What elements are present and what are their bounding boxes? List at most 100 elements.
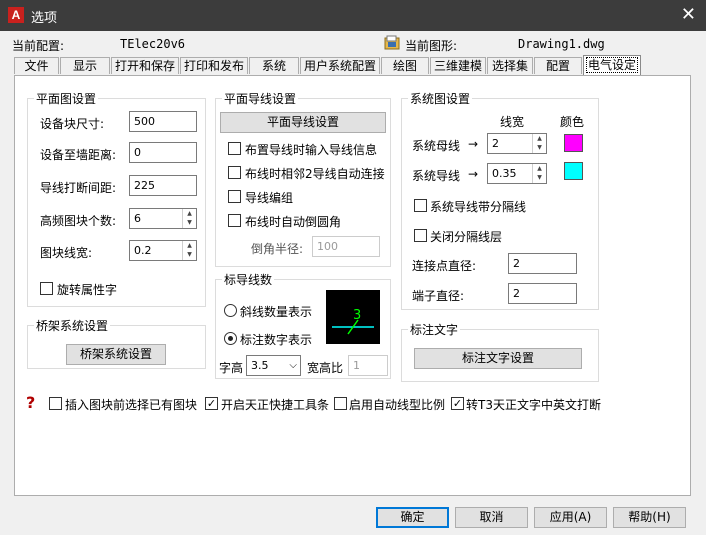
- terminal-diameter-label: 端子直径:: [412, 289, 465, 303]
- plan-settings-title: 平面图设置: [34, 90, 99, 107]
- close-icon[interactable]: ✕: [681, 4, 696, 26]
- wall-distance-label: 设备至墙距离:: [40, 148, 117, 162]
- wire-group-label: 导线编组: [245, 191, 294, 205]
- tab-electrical-settings[interactable]: 电气设定: [583, 55, 641, 75]
- t3-text-break-checkbox[interactable]: ✓: [451, 397, 464, 410]
- close-separator-layer-label: 关闭分隔线层: [430, 230, 503, 244]
- block-linewidth-stepper[interactable]: 0.2 ▲ ▼: [129, 240, 197, 261]
- t3-text-break-label: 转T3天正文字中英文打断: [466, 398, 601, 412]
- tab-drafting[interactable]: 绘图: [381, 57, 429, 74]
- separator-line-checkbox[interactable]: [414, 199, 427, 212]
- bus-width-stepper[interactable]: 2 ▲ ▼: [487, 133, 547, 154]
- current-config-label: 当前配置:: [12, 39, 65, 53]
- hf-blocks-stepper[interactable]: 6 ▲ ▼: [129, 208, 197, 229]
- wire-width-value: 0.35: [492, 167, 517, 180]
- chevron-down-icon[interactable]: ⌵: [289, 356, 297, 375]
- font-height-value: 3.5: [251, 359, 269, 372]
- tab-3d-modeling[interactable]: 三维建模: [430, 57, 486, 74]
- fillet-radius-input[interactable]: 100: [312, 236, 380, 257]
- wire-break-input[interactable]: 225: [129, 175, 197, 196]
- auto-connect-checkbox[interactable]: [228, 166, 241, 179]
- ok-button[interactable]: 确定: [376, 507, 449, 528]
- annotation-text-settings-button[interactable]: 标注文字设置: [414, 348, 582, 369]
- wire-width-stepper[interactable]: 0.35 ▲ ▼: [487, 163, 547, 184]
- block-size-input[interactable]: 500: [129, 111, 197, 132]
- plan-wire-settings-button[interactable]: 平面导线设置: [220, 112, 386, 133]
- wire-color-swatch[interactable]: [564, 162, 583, 180]
- spin-up-icon[interactable]: ▲: [533, 164, 546, 173]
- wire-group-checkbox[interactable]: [228, 190, 241, 203]
- bridge-settings-title: 桥架系统设置: [34, 317, 111, 334]
- input-wire-info-checkbox[interactable]: [228, 142, 241, 155]
- plan-wire-group: 平面导线设置 平面导线设置 布置导线时输入导线信息 布线时相邻2导线自动连接 导…: [215, 90, 391, 267]
- spin-up-icon[interactable]: ▲: [183, 209, 196, 218]
- cancel-button[interactable]: 取消: [455, 507, 528, 528]
- spin-down-icon[interactable]: ▼: [183, 250, 196, 259]
- auto-fillet-label: 布线时自动倒圆角: [245, 215, 342, 229]
- spin-down-icon[interactable]: ▼: [533, 143, 546, 152]
- tab-open-save[interactable]: 打开和保存: [111, 57, 179, 74]
- spin-down-icon[interactable]: ▼: [183, 218, 196, 227]
- terminal-diameter-input[interactable]: 2: [508, 283, 577, 304]
- tab-profiles[interactable]: 配置: [534, 57, 582, 74]
- linewidth-column-label: 线宽: [500, 115, 525, 129]
- annotation-text-group: 标注文字 标注文字设置: [401, 321, 599, 382]
- help-question-icon[interactable]: ?: [26, 393, 35, 412]
- font-height-select[interactable]: 3.5 ⌵: [246, 355, 301, 376]
- bridge-settings-group: 桥架系统设置 桥架系统设置: [27, 317, 206, 369]
- separator-line-label: 系统导线带分隔线: [430, 200, 527, 214]
- joint-diameter-input[interactable]: 2: [508, 253, 577, 274]
- auto-fillet-checkbox[interactable]: [228, 214, 241, 227]
- spin-up-icon[interactable]: ▲: [183, 241, 196, 250]
- bridge-settings-button[interactable]: 桥架系统设置: [66, 344, 166, 365]
- hf-blocks-value: 6: [134, 212, 141, 225]
- tab-files[interactable]: 文件: [14, 57, 59, 74]
- quick-toolbar-checkbox[interactable]: ✓: [205, 397, 218, 410]
- close-separator-layer-checkbox[interactable]: [414, 229, 427, 242]
- slash-count-radio[interactable]: [224, 304, 237, 317]
- fillet-radius-label: 倒角半径:: [251, 242, 304, 256]
- spin-down-icon[interactable]: ▼: [533, 173, 546, 182]
- wire-count-title: 标导线数: [222, 271, 275, 288]
- system-settings-group: 系统图设置 线宽 颜色 系统母线 → 2 ▲ ▼ 系统导线 → 0.35 ▲ ▼ 系…: [401, 90, 599, 310]
- wall-distance-input[interactable]: 0: [129, 142, 197, 163]
- window-title: 选项: [31, 11, 58, 26]
- plan-wire-title: 平面导线设置: [222, 90, 299, 107]
- block-linewidth-value: 0.2: [134, 244, 152, 257]
- current-drawing-value: Drawing1.dwg: [518, 37, 605, 51]
- tab-selection[interactable]: 选择集: [487, 57, 533, 74]
- tab-plot-publish[interactable]: 打印和发布: [180, 57, 248, 74]
- bus-width-spin[interactable]: ▲ ▼: [532, 134, 546, 153]
- spin-up-icon[interactable]: ▲: [533, 134, 546, 143]
- tab-user-prefs[interactable]: 用户系统配置: [300, 57, 380, 74]
- autocad-app-icon: A: [8, 7, 24, 23]
- rotate-attr-checkbox[interactable]: [40, 282, 53, 295]
- rotate-attr-label: 旋转属性字: [57, 283, 118, 297]
- ratio-input[interactable]: 1: [348, 355, 388, 376]
- tab-display[interactable]: 显示: [60, 57, 110, 74]
- current-config-value: TElec20v6: [120, 37, 186, 51]
- bus-color-swatch[interactable]: [564, 134, 583, 152]
- select-existing-block-checkbox[interactable]: [49, 397, 62, 410]
- system-settings-title: 系统图设置: [408, 90, 473, 107]
- annotation-text-title: 标注文字: [408, 321, 461, 338]
- number-label-label: 标注数字表示: [240, 333, 313, 347]
- apply-button[interactable]: 应用(A): [534, 507, 607, 528]
- color-column-label: 颜色: [560, 115, 585, 129]
- wire-width-spin[interactable]: ▲ ▼: [532, 164, 546, 183]
- wire-count-group: 标导线数 斜线数量表示 标注数字表示 3 字高 3.5 ⌵ 宽高比 1: [215, 271, 391, 379]
- drawing-file-icon: [384, 35, 400, 50]
- auto-linetype-scale-label: 启用自动线型比例: [349, 398, 446, 412]
- wire-break-label: 导线打断间距:: [40, 181, 117, 195]
- hf-blocks-spin[interactable]: ▲ ▼: [182, 209, 196, 228]
- auto-linetype-scale-checkbox[interactable]: [334, 397, 347, 410]
- joint-diameter-label: 连接点直径:: [412, 259, 477, 273]
- hf-blocks-label: 高频图块个数:: [40, 214, 117, 228]
- preview-number: 3: [353, 308, 361, 323]
- block-linewidth-spin[interactable]: ▲ ▼: [182, 241, 196, 260]
- auto-connect-label: 布线时相邻2导线自动连接: [245, 167, 385, 181]
- number-label-radio[interactable]: [224, 332, 237, 345]
- tab-system[interactable]: 系统: [249, 57, 299, 74]
- help-button[interactable]: 帮助(H): [613, 507, 686, 528]
- system-wire-label: 系统导线: [412, 169, 461, 183]
